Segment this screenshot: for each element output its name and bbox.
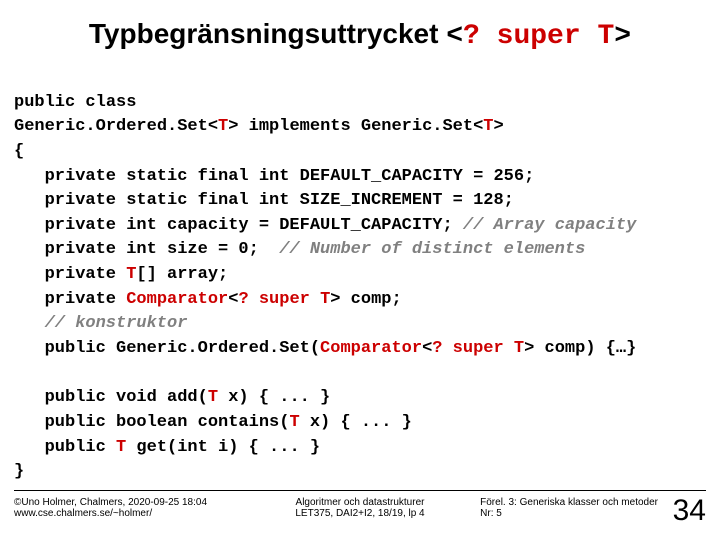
code-line: public void add(T x) { ... } <box>45 388 331 407</box>
footer-left: ©Uno Holmer, Chalmers, 2020-09-25 18:04 … <box>14 497 207 519</box>
code-line: private static final int SIZE_INCREMENT … <box>45 191 514 210</box>
code-line: Generic.Ordered.Set<T> implements Generi… <box>14 117 504 136</box>
title-mono-pre: < <box>446 21 463 52</box>
footer-copyright: ©Uno Holmer, Chalmers, 2020-09-25 18:04 <box>14 497 207 508</box>
footer-url: www.cse.chalmers.se/~holmer/ <box>14 508 207 519</box>
code-line: public boolean contains(T x) { ... } <box>45 413 412 432</box>
code-line: public class <box>14 93 136 112</box>
code-line: { <box>14 142 24 161</box>
footer-number: Nr: 5 <box>480 508 658 519</box>
footer-lecture: Förel. 3: Generiska klasser och metoder <box>480 497 658 508</box>
code-line: private int size = 0; // Number of disti… <box>45 240 586 259</box>
title-mono-post: > <box>614 21 631 52</box>
code-line: private T[] array; <box>45 265 229 284</box>
code-block: public class Generic.Ordered.Set<T> impl… <box>14 66 706 485</box>
code-line: private static final int DEFAULT_CAPACIT… <box>45 167 535 186</box>
code-line: private int capacity = DEFAULT_CAPACITY;… <box>45 216 637 235</box>
footer-course: Algoritmer och datastrukturer <box>295 497 424 508</box>
footer-middle: Algoritmer och datastrukturer LET375, DA… <box>295 497 424 519</box>
footer-coursecode: LET375, DAI2+I2, 18/19, lp 4 <box>295 508 424 519</box>
code-line: private Comparator<? super T> comp; <box>45 290 402 309</box>
code-line: public T get(int i) { ... } <box>45 438 320 457</box>
code-line: public Generic.Ordered.Set(Comparator<? … <box>45 339 637 358</box>
title-text: Typbegränsningsuttrycket <box>89 18 446 49</box>
footer: ©Uno Holmer, Chalmers, 2020-09-25 18:04 … <box>14 490 706 530</box>
code-line: } <box>14 462 24 481</box>
code-line: // konstruktor <box>45 314 188 333</box>
page-number: 34 <box>673 494 706 528</box>
footer-right: Förel. 3: Generiska klasser och metoder … <box>480 497 658 519</box>
slide: Typbegränsningsuttrycket <? super T> pub… <box>0 0 720 540</box>
slide-title: Typbegränsningsuttrycket <? super T> <box>14 18 706 52</box>
title-mono-red: ? super T <box>463 21 614 52</box>
